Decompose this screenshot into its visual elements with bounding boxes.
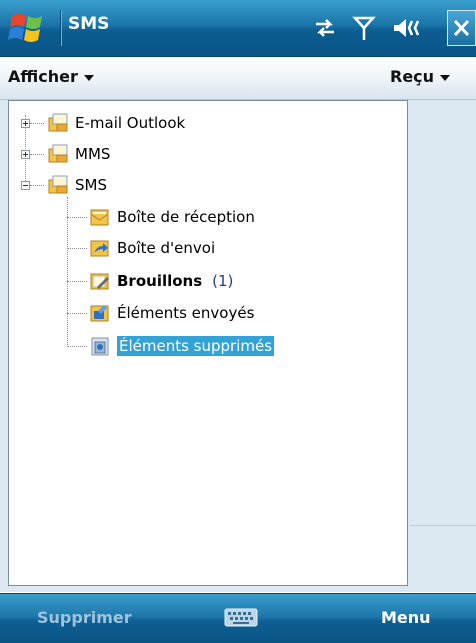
app-title: SMS xyxy=(68,14,110,34)
content-area: E-mail Outlook MMS SMS Boîte de réceptio… xyxy=(0,100,476,592)
tree-item-label: SMS xyxy=(75,176,107,194)
view-menu-label: Afficher xyxy=(8,67,78,86)
title-bar: SMS xyxy=(0,0,476,57)
deleted-items-icon xyxy=(91,337,109,356)
chevron-down-icon xyxy=(440,74,451,81)
tree-item-deleted[interactable]: Éléments supprimés xyxy=(89,333,275,359)
expand-toggle-outlook[interactable] xyxy=(21,119,30,128)
delete-softkey[interactable]: Supprimer xyxy=(37,608,132,627)
divider xyxy=(410,525,476,526)
account-folder-icon xyxy=(48,113,68,132)
unread-count: (1) xyxy=(212,272,234,290)
menu-bar: Afficher Reçu xyxy=(0,57,476,100)
title-separator xyxy=(60,10,61,46)
tree-item-outbox[interactable]: Boîte d'envoi xyxy=(89,235,215,261)
keyboard-icon[interactable] xyxy=(224,607,258,629)
tree-item-label: Boîte de réception xyxy=(117,208,255,226)
sent-items-icon xyxy=(90,305,109,322)
tree-item-label: Boîte d'envoi xyxy=(117,239,216,257)
signal-icon[interactable] xyxy=(352,10,376,46)
menu-softkey[interactable]: Menu xyxy=(381,608,431,627)
collapse-toggle-sms[interactable] xyxy=(21,181,30,190)
expand-toggle-mms[interactable] xyxy=(21,150,30,159)
folder-tree[interactable]: E-mail Outlook MMS SMS Boîte de réceptio… xyxy=(8,100,408,586)
tree-item-outlook[interactable]: E-mail Outlook xyxy=(47,110,185,136)
account-folder-icon xyxy=(48,175,68,194)
close-button[interactable] xyxy=(447,10,476,46)
inbox-icon xyxy=(90,209,109,226)
tree-item-label: Éléments supprimés xyxy=(117,336,275,356)
tree-item-label: Brouillons xyxy=(117,272,203,290)
chevron-down-icon xyxy=(83,74,94,81)
close-icon xyxy=(453,19,470,37)
sort-menu[interactable]: Reçu xyxy=(390,67,451,86)
view-menu[interactable]: Afficher xyxy=(8,67,94,86)
softkey-bar: Supprimer Menu xyxy=(0,593,476,643)
tree-item-label: Éléments envoyés xyxy=(117,304,255,322)
outbox-icon xyxy=(90,240,109,257)
account-folder-icon xyxy=(48,144,68,163)
drafts-icon xyxy=(90,273,109,290)
tree-item-sent[interactable]: Éléments envoyés xyxy=(89,300,254,326)
tree-item-label: MMS xyxy=(75,145,111,163)
connectivity-icon[interactable] xyxy=(312,10,338,46)
tree-item-sms[interactable]: SMS xyxy=(47,172,107,198)
tree-item-inbox[interactable]: Boîte de réception xyxy=(89,204,255,230)
windows-start-icon[interactable] xyxy=(6,8,58,48)
tree-item-label: E-mail Outlook xyxy=(75,114,186,132)
sort-menu-label: Reçu xyxy=(390,67,435,86)
volume-icon[interactable] xyxy=(390,10,422,46)
tree-item-mms[interactable]: MMS xyxy=(47,141,110,167)
tree-item-drafts[interactable]: Brouillons (1) xyxy=(89,268,233,294)
